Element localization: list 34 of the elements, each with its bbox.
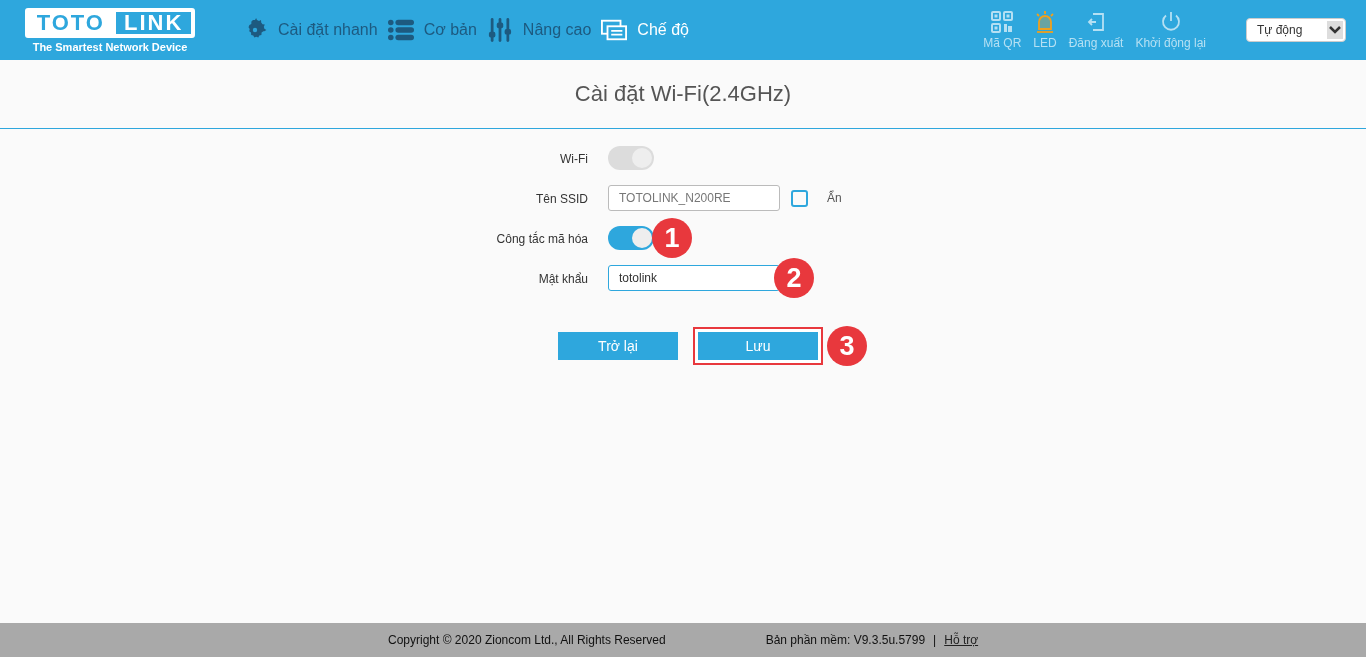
nav-tab[interactable]: Cài đặt nhanh: [278, 21, 378, 39]
qr-code-icon: [991, 10, 1014, 33]
toolbar-button[interactable]: Mã QR: [983, 10, 1022, 50]
nav-tab[interactable]: Cơ bản: [423, 21, 477, 39]
checkbox-label: Ẩn: [827, 191, 842, 205]
toolbar-button[interactable]: LED: [1033, 10, 1057, 50]
toolbar-button[interactable]: Đăng xuất: [1068, 10, 1124, 50]
logo: TOTO LINK: [24, 7, 196, 38]
nav-tab[interactable]: Nâng cao: [522, 21, 592, 39]
support-link[interactable]: Hỗ trợ: [944, 633, 979, 647]
text-field[interactable]: totolink: [608, 265, 780, 291]
step-number-badge: 3: [827, 326, 867, 366]
toolbar-button[interactable]: Khởi động lại: [1135, 10, 1206, 50]
step-number-badge: 1: [652, 218, 692, 258]
separator: |: [933, 633, 937, 647]
back-button[interactable]: Trở lại: [558, 332, 678, 360]
field-label: Wi-Fi: [559, 151, 588, 166]
step-number-badge: 2: [774, 258, 814, 298]
language-select[interactable]: Tự động: [1246, 18, 1346, 42]
firmware-version: Bản phần mềm: V9.3.5u.5799: [765, 633, 926, 647]
field-label: Mật khẩu: [537, 271, 588, 286]
list-icon: [387, 18, 414, 42]
field-label: Tên SSID: [534, 191, 588, 206]
field-label: Công tắc mã hóa: [495, 230, 588, 246]
beacon-light-icon: [1034, 10, 1057, 33]
nav-tab[interactable]: Chế độ: [637, 21, 689, 39]
power-icon: [1159, 10, 1182, 33]
copyright-text: Copyright © 2020 Zioncom Ltd., All Rights Reserved: [388, 633, 666, 647]
sliders-icon: [486, 18, 513, 42]
logo-tagline: The Smartest Network Device: [32, 40, 188, 53]
windows-icon: [601, 18, 628, 42]
save-button[interactable]: Lưu: [698, 332, 818, 360]
toggle-switch[interactable]: [608, 226, 654, 250]
page-title: Cài đặt Wi-Fi(2.4GHz): [574, 81, 792, 107]
